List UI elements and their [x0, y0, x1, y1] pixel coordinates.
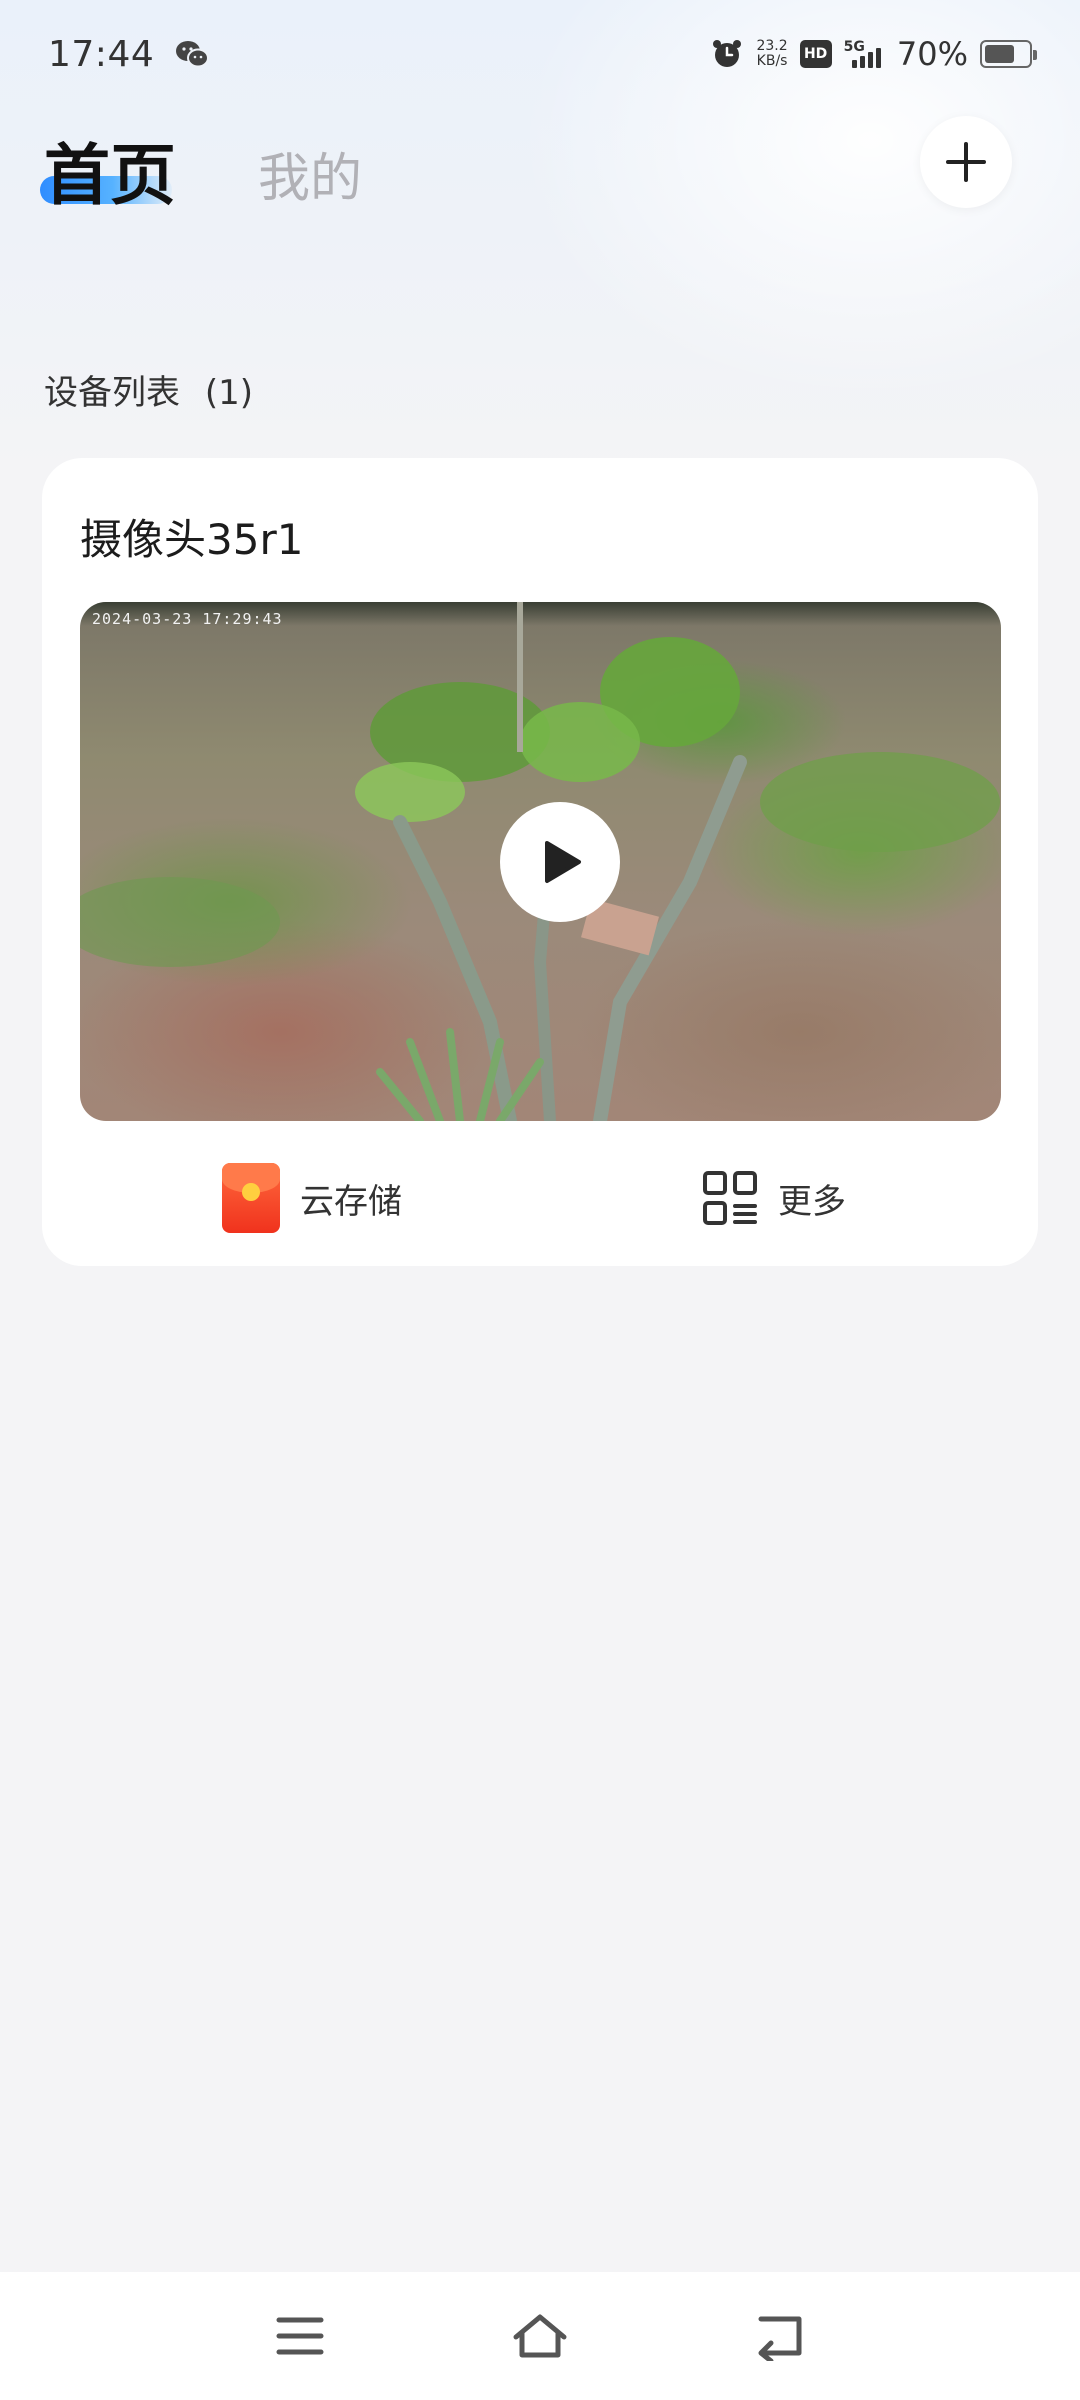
play-button[interactable]: [500, 802, 620, 922]
device-count: (1): [204, 373, 253, 413]
network-type: 5G: [843, 39, 865, 55]
nav-home-button[interactable]: [508, 2304, 572, 2368]
play-icon: [545, 841, 581, 883]
hd-badge: HD: [799, 40, 832, 68]
alarm-icon: [713, 40, 742, 67]
network-speed-unit: KB/s: [756, 53, 788, 69]
home-page: 17:44 23.2 KB/s HD 5G 70% 首页 我的 设备列表 (1)…: [0, 0, 1080, 2400]
header: 首页 我的: [0, 108, 1080, 278]
signal-icon: 5G: [844, 40, 881, 68]
status-right-group: 23.2 KB/s HD 5G 70%: [710, 35, 1037, 73]
camera-preview[interactable]: 2024-03-23 17:29:43: [80, 602, 1001, 1121]
status-bar: 17:44 23.2 KB/s HD 5G 70%: [0, 0, 1080, 108]
add-device-button[interactable]: [920, 116, 1012, 208]
nav-back-button[interactable]: [748, 2304, 812, 2368]
grid-more-icon: [703, 1171, 757, 1225]
network-speed-value: 23.2: [756, 38, 788, 54]
cloud-storage-button[interactable]: 云存储: [222, 1158, 402, 1238]
wechat-icon: [176, 41, 210, 68]
tab-home[interactable]: 首页: [44, 122, 176, 218]
battery-percent: 70%: [896, 35, 968, 73]
plus-icon: [946, 142, 986, 182]
battery-icon: [980, 40, 1037, 68]
back-icon: [758, 2316, 802, 2361]
red-packet-icon: [222, 1163, 280, 1233]
card-actions: 云存储 更多: [42, 1158, 1038, 1238]
network-speed: 23.2 KB/s: [756, 39, 787, 69]
tab-home-label: 首页: [44, 137, 176, 214]
cloud-storage-label: 云存储: [300, 1181, 402, 1222]
device-list-title: 设备列表 (1): [44, 365, 253, 414]
status-time: 17:44: [48, 33, 155, 75]
more-button[interactable]: 更多: [702, 1158, 846, 1238]
nav-menu-button[interactable]: [268, 2304, 332, 2368]
menu-icon: [276, 2317, 324, 2355]
preview-timestamp: 2024-03-23 17:29:43: [92, 610, 283, 628]
more-label: 更多: [778, 1181, 846, 1222]
device-list-label: 设备列表: [44, 373, 180, 413]
device-name: 摄像头35r1: [80, 515, 304, 564]
tab-mine[interactable]: 我的: [258, 136, 362, 211]
home-icon: [513, 2314, 567, 2358]
device-card[interactable]: 摄像头35r1 2024-03-23 17:29:43 云存储 更多: [42, 458, 1038, 1266]
navigation-bar: [0, 2272, 1080, 2400]
battery-fill: [985, 45, 1015, 63]
